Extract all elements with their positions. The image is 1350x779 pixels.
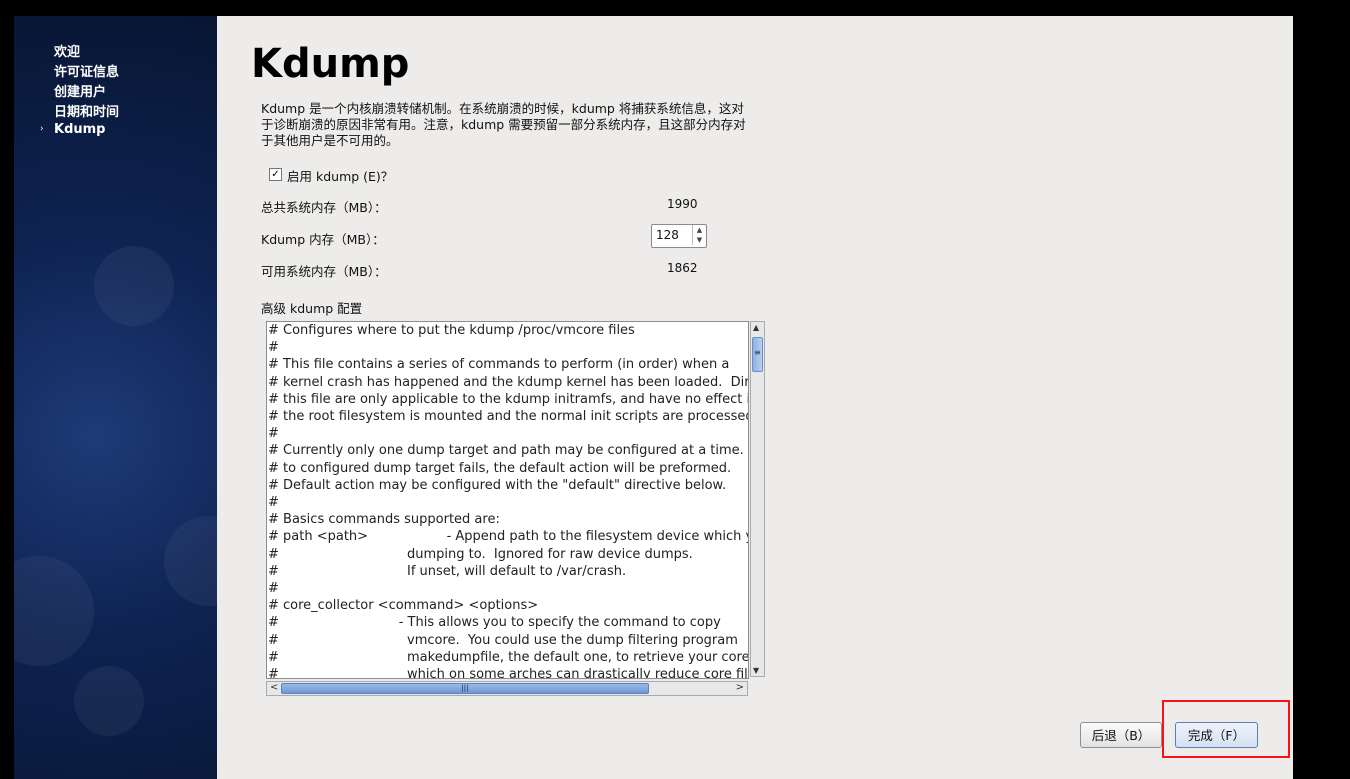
usable-memory-label: 可用系统内存（MB）： <box>261 264 387 279</box>
kdump-memory-spinner[interactable]: ▲ ▼ <box>651 224 707 248</box>
description: Kdump 是一个内核崩溃转储机制。在系统崩溃的时候，kdump 将捕获系统信息… <box>261 101 746 148</box>
sidebar-item-license: 许可证信息 <box>54 65 120 80</box>
total-memory-value: 1990 <box>667 197 698 211</box>
sidebar-item-kdump: Kdump <box>54 122 106 137</box>
scroll-down-icon[interactable]: ▼ <box>753 666 759 675</box>
sidebar-item-welcome: 欢迎 <box>54 45 81 60</box>
decorative-bubble <box>14 556 94 666</box>
config-textarea[interactable]: # Configures where to put the kdump /pro… <box>266 321 749 679</box>
highlight-annotation <box>1162 700 1290 758</box>
sidebar-item-date-time: 日期和时间 <box>54 105 120 120</box>
decorative-bubble <box>164 516 217 606</box>
main-panel: Kdump Kdump 是一个内核崩溃转储机制。在系统崩溃的时候，kdump 将… <box>217 16 1293 779</box>
thumb-grip-icon: ≡ <box>754 348 761 357</box>
usable-memory-value: 1862 <box>667 261 698 275</box>
advanced-config-label: 高级 kdump 配置 <box>261 301 363 316</box>
active-arrow-icon: › <box>40 124 44 134</box>
horizontal-scrollbar[interactable]: < ||| > <box>266 681 748 696</box>
decorative-bubble <box>94 246 174 326</box>
sidebar: 欢迎 许可证信息 创建用户 日期和时间 › Kdump <box>14 16 217 779</box>
vertical-scrollbar[interactable]: ▲ ≡ ▼ <box>750 321 765 677</box>
kdump-memory-label: Kdump 内存（MB）： <box>261 232 385 247</box>
vertical-scroll-thumb[interactable]: ≡ <box>752 337 763 372</box>
scroll-left-icon[interactable]: < <box>270 682 278 693</box>
sidebar-item-create-user: 创建用户 <box>54 85 107 100</box>
back-button[interactable]: 后退（B） <box>1080 722 1162 748</box>
scroll-up-icon[interactable]: ▲ <box>753 323 759 332</box>
spin-down-icon[interactable]: ▼ <box>692 235 706 245</box>
enable-kdump-checkbox[interactable]: ✓ <box>269 168 282 181</box>
spin-up-icon[interactable]: ▲ <box>692 225 706 235</box>
horizontal-scroll-thumb[interactable]: ||| <box>281 683 649 694</box>
config-text[interactable]: # Configures where to put the kdump /pro… <box>268 322 748 678</box>
scroll-right-icon[interactable]: > <box>736 682 744 693</box>
thumb-grip-icon: ||| <box>461 684 469 692</box>
decorative-bubble <box>74 666 144 736</box>
enable-kdump-label[interactable]: 启用 kdump (E)？ <box>287 166 393 185</box>
total-memory-label: 总共系统内存（MB）： <box>261 200 387 215</box>
kdump-memory-input[interactable] <box>652 225 692 245</box>
page-title: Kdump <box>251 41 410 87</box>
